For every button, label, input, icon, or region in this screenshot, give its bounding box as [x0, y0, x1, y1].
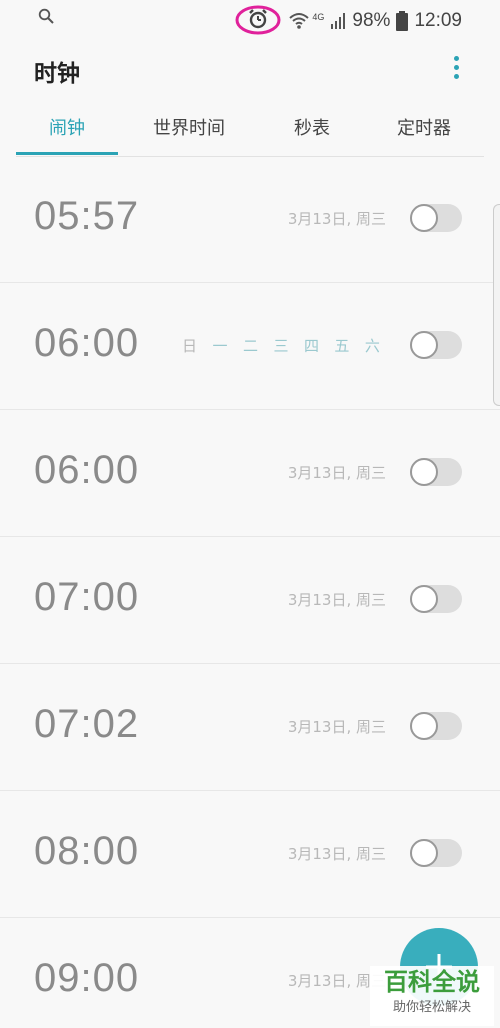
alarm-repeat-days: 日 一 二 三 四 五 六: [182, 335, 380, 356]
alarm-date: 3月13日, 周三: [287, 464, 386, 482]
day-label: 一: [212, 337, 228, 355]
alarm-toggle[interactable]: [410, 331, 462, 359]
day-label: 日: [182, 337, 198, 355]
alarm-toggle[interactable]: [410, 204, 462, 232]
alarm-toggle[interactable]: [410, 585, 462, 613]
tab-bar: 闹钟 世界时间 秒表 定时器: [16, 108, 484, 157]
day-label: 四: [303, 337, 319, 355]
clock-time: 12:09: [414, 10, 462, 31]
search-icon: [38, 8, 54, 24]
toggle-knob: [410, 585, 438, 613]
alarm-row[interactable]: 05:57 3月13日, 周三: [0, 156, 500, 283]
alarm-time: 06:00: [34, 321, 140, 365]
alarm-time: 08:00: [34, 829, 140, 873]
toggle-knob: [410, 331, 438, 359]
alarm-row[interactable]: 07:02 3月13日, 周三: [0, 664, 500, 791]
day-label: 三: [273, 337, 289, 355]
battery-icon: [396, 11, 409, 31]
alarm-date: 3月13日, 周三: [287, 718, 386, 736]
alarm-icon: [235, 5, 281, 35]
alarm-date: 3月13日, 周三: [287, 845, 386, 863]
alarm-row[interactable]: 06:00 3月13日, 周三: [0, 410, 500, 537]
tab-indicator: [16, 152, 118, 155]
toggle-knob: [410, 458, 438, 486]
day-label: 二: [242, 337, 258, 355]
alarm-toggle[interactable]: [410, 712, 462, 740]
alarm-toggle[interactable]: [410, 839, 462, 867]
status-bar: 4G 98% 12:09: [0, 0, 500, 36]
toggle-knob: [410, 839, 438, 867]
day-label: 六: [364, 337, 380, 355]
toggle-knob: [410, 712, 438, 740]
alarm-date: 3月13日, 周三: [287, 591, 386, 609]
tab-alarm[interactable]: 闹钟: [16, 108, 118, 154]
alarm-date: 3月13日, 周三: [287, 210, 386, 228]
day-label: 五: [334, 337, 350, 355]
alarm-time: 07:00: [34, 575, 140, 619]
alarm-row[interactable]: 07:00 3月13日, 周三: [0, 537, 500, 664]
watermark-main-text: 百科全说: [384, 968, 480, 996]
page-title: 时钟: [34, 61, 80, 87]
alarm-list: 05:57 3月13日, 周三 06:00 日 一 二 三 四 五 六 06:0…: [0, 156, 500, 1028]
watermark-logo: 百科全说 助你轻松解决: [370, 966, 494, 1026]
battery-percent: 98%: [352, 10, 391, 31]
more-vertical-icon[interactable]: [450, 54, 464, 82]
alarm-toggle[interactable]: [410, 458, 462, 486]
alarm-time: 09:00: [34, 956, 140, 1000]
alarm-row[interactable]: 06:00 日 一 二 三 四 五 六: [0, 283, 500, 410]
toggle-knob: [410, 204, 438, 232]
network-type: 4G: [312, 12, 325, 22]
tab-world-clock[interactable]: 世界时间: [132, 108, 246, 154]
scroll-handle[interactable]: [493, 204, 500, 406]
watermark-sub-text: 助你轻松解决: [392, 1000, 471, 1015]
alarm-time: 06:00: [34, 448, 140, 492]
tab-stopwatch[interactable]: 秒表: [270, 108, 354, 154]
signal-icon: [331, 13, 346, 29]
alarm-row[interactable]: 08:00 3月13日, 周三: [0, 791, 500, 918]
wifi-icon: [289, 13, 310, 29]
app-header: 时钟: [0, 40, 500, 100]
alarm-time: 05:57: [34, 194, 140, 238]
alarm-time: 07:02: [34, 702, 140, 746]
tab-timer[interactable]: 定时器: [376, 108, 472, 154]
